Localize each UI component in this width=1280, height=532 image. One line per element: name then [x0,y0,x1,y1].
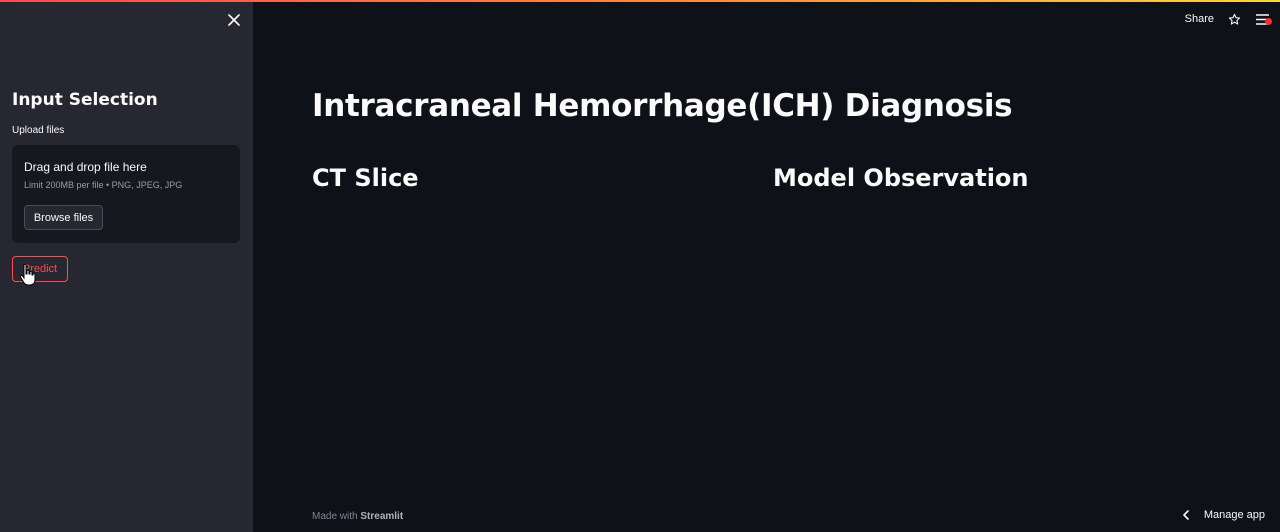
footer-made-with: Made with [312,511,358,522]
star-icon [1228,13,1240,25]
dropzone-limit-text: Limit 200MB per file • PNG, JPEG, JPG [24,180,183,190]
main-content: Share Intracraneal Hemorrhage(ICH) Diagn… [253,0,1280,532]
manage-app-label: Manage app [1203,509,1265,521]
footer: Made with Streamlit [312,511,403,522]
page-title: Intracraneal Hemorrhage(ICH) Diagnosis [312,88,1013,124]
predict-button[interactable]: Predict [12,256,68,282]
star-button[interactable] [1226,11,1242,27]
file-dropzone[interactable]: Drag and drop file here Limit 200MB per … [12,145,240,243]
chevron-left-icon [1183,510,1189,520]
close-icon [228,14,240,26]
dropzone-title: Drag and drop file here [24,160,147,174]
browse-files-button[interactable]: Browse files [24,205,103,230]
upload-label: Upload files [12,125,65,136]
share-button[interactable]: Share [1185,13,1214,25]
manage-app-button[interactable]: Manage app [1182,507,1265,523]
footer-streamlit-link[interactable]: Streamlit [360,511,403,522]
top-decoration-bar [0,0,1280,2]
header-toolbar: Share [1185,10,1272,28]
model-observation-heading: Model Observation [773,164,1029,192]
sidebar: Input Selection Upload files Drag and dr… [0,0,253,532]
sidebar-title: Input Selection [12,90,158,110]
main-menu-button[interactable] [1254,11,1272,27]
ct-slice-heading: CT Slice [312,164,419,192]
notification-dot [1265,18,1272,25]
close-sidebar-button[interactable] [224,10,244,30]
